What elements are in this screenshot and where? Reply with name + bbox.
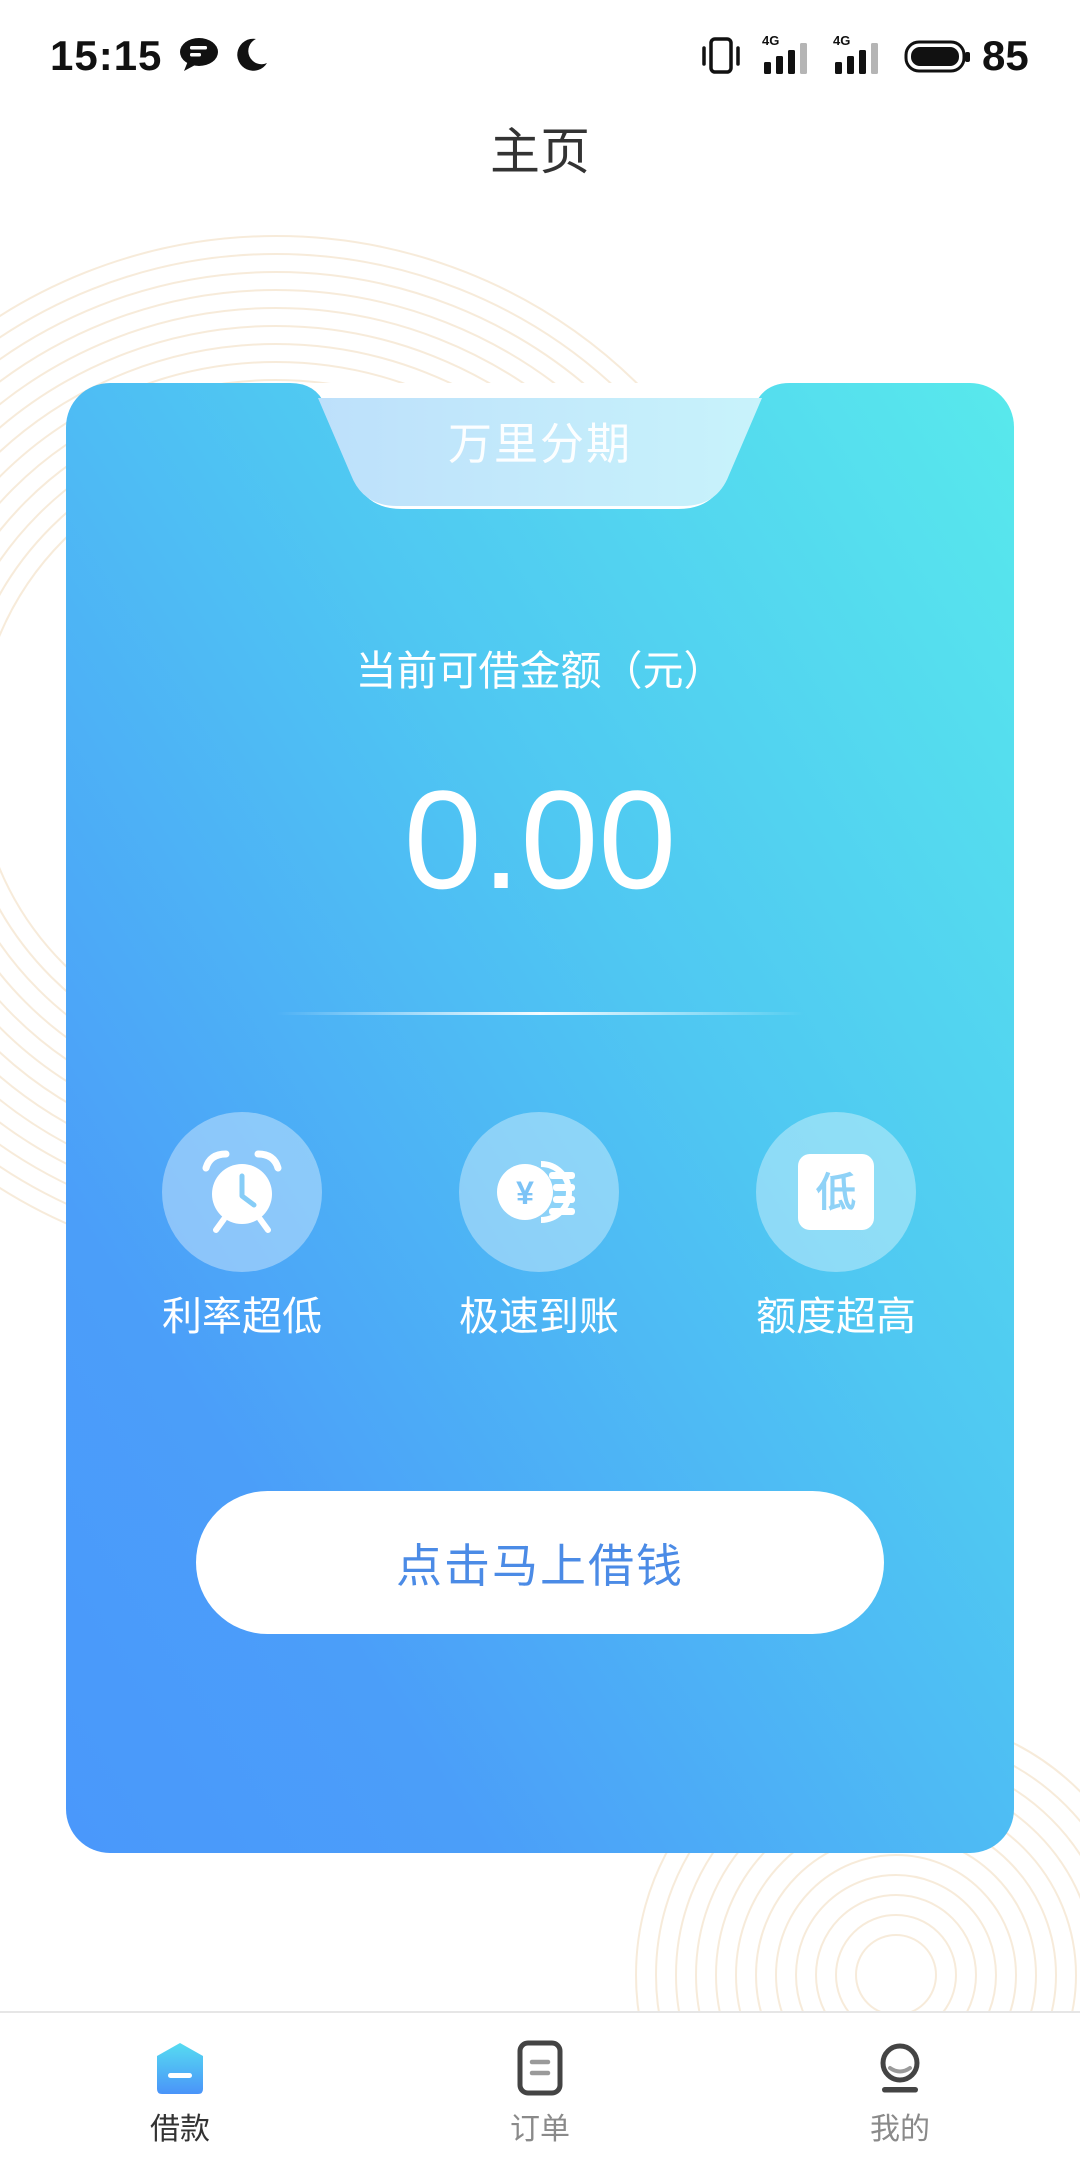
nav-item-profile[interactable]: 我的 [720,2013,1080,2160]
feature-label: 极速到账 [459,1295,619,1339]
status-time: 15:15 [50,32,163,79]
available-amount: 0.00 [403,761,677,918]
nav-item-borrow[interactable]: 借款 [0,2013,360,2160]
moon-icon [237,38,267,71]
home-icon [157,2043,203,2094]
alarm-clock-icon [202,1150,282,1233]
low-badge-text: 低 [816,1171,856,1215]
app-screen: 15:15 4G 4G 85 主页 万里分期 当前可借金额（元） 0.00 利率… [0,0,1080,2160]
nav-item-orders[interactable]: 订单 [360,2013,720,2160]
battery-level: 85 [982,32,1029,79]
loan-card: 万里分期 当前可借金额（元） 0.00 利率超低 ¥ 极速到账 低 额度超高 点… [66,383,1014,1853]
available-amount-label: 当前可借金额（元） [355,648,725,694]
signal-icon: 4G [833,33,878,74]
product-name: 万里分期 [448,420,632,469]
signal-icon: 4G [762,33,807,74]
network-type-label: 4G [762,33,779,48]
profile-icon [880,2043,920,2093]
decor-ring [855,1934,937,2016]
borrow-now-button[interactable]: 点击马上借钱 [196,1491,884,1634]
feature-label: 利率超低 [162,1295,322,1339]
vibrate-icon [702,37,740,74]
bottom-nav: 借款 订单 我的 [0,2011,1080,2160]
yen-symbol: ¥ [516,1175,534,1211]
feature-icon-circle [162,1112,322,1272]
feature-icon-circle: ¥ [459,1112,619,1272]
feature-fast-payout: ¥ 极速到账 [419,1112,659,1352]
divider [276,1012,804,1015]
feature-low-rate: 利率超低 [122,1112,362,1352]
message-icon [180,38,218,71]
network-type-label: 4G [833,33,850,48]
order-list-icon [517,2040,563,2096]
nav-label: 订单 [510,2113,570,2146]
nav-label: 我的 [870,2113,930,2146]
low-badge-icon: 低 [798,1154,874,1230]
nav-label: 借款 [150,2113,210,2146]
feature-label: 额度超高 [756,1295,916,1339]
yen-coin-icon: ¥ [497,1161,575,1223]
status-bar: 15:15 4G 4G 85 [0,0,1080,110]
feature-high-limit: 低 额度超高 [716,1112,956,1352]
battery-icon [904,40,970,73]
page-title: 主页 [490,124,590,180]
feature-icon-circle: 低 [756,1112,916,1272]
